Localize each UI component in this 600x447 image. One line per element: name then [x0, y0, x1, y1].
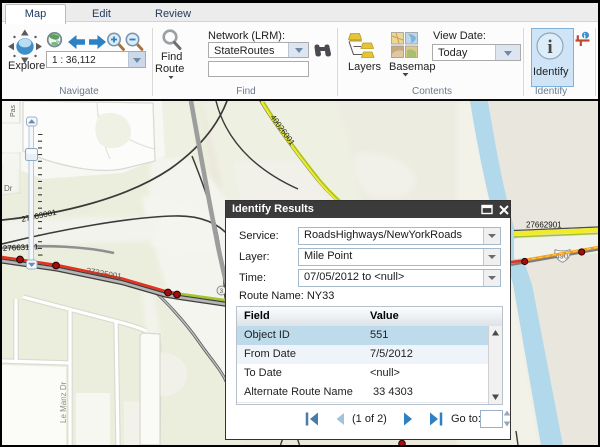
svg-text:Pas: Pas — [10, 104, 17, 117]
svg-text:Le Manz Dr: Le Manz Dr — [59, 381, 68, 423]
svg-text:27662901: 27662901 — [526, 221, 562, 230]
svg-text:i: i — [547, 37, 552, 58]
svg-text:3: 3 — [220, 288, 224, 295]
svg-text:Dr: Dr — [4, 184, 13, 193]
